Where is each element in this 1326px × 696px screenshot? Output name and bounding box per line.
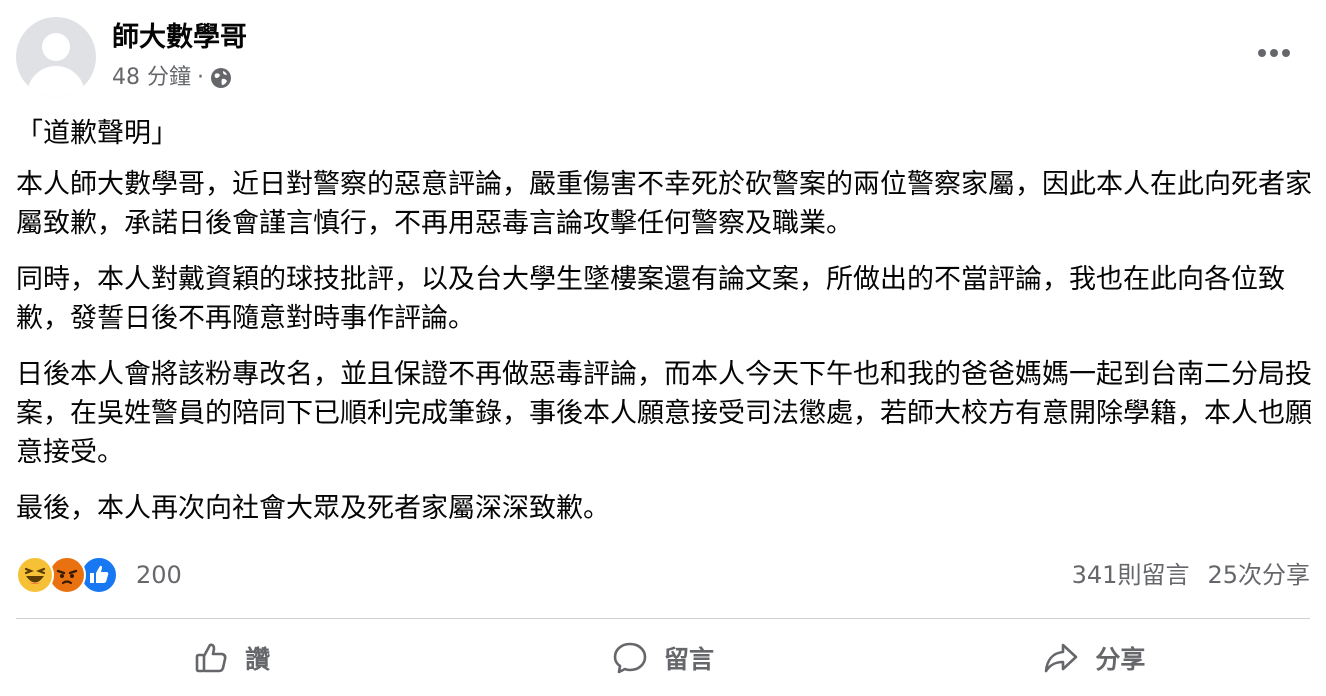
author-name[interactable]: 師大數學哥 (112, 20, 247, 56)
comment-label: 留言 (663, 645, 714, 674)
post-stats: 341則留言 25次分享 (1072, 556, 1310, 594)
thumbs-up-icon (195, 643, 227, 673)
reaction-count[interactable]: 200 (136, 556, 182, 594)
post-paragraph-3: 日後本人會將該粉專改名，並且保證不再做惡毒評論，而本人今天下午也和我的爸爸媽媽一… (16, 359, 1312, 468)
comment-icon (613, 642, 647, 674)
post-title: 「道歉聲明」 (16, 118, 178, 149)
post-paragraph-4: 最後，本人再次向社會大眾及死者家屬深深致歉。 (16, 493, 610, 524)
globe-icon[interactable] (210, 67, 232, 89)
post-paragraph-2: 同時，本人對戴資穎的球技批評，以及台大學生墜樓案還有論文案，所做出的不當評論，我… (16, 264, 1285, 334)
avatar-head (42, 33, 70, 61)
facebook-post: 師大數學哥 48 分鐘 · 「道歉聲明」 本人師大數學哥，近日對警察的惡意評論，… (0, 0, 1326, 696)
reaction-summary[interactable]: 200 (16, 556, 182, 594)
comment-count[interactable]: 341則留言 (1072, 556, 1190, 594)
share-button[interactable]: 分享 (879, 626, 1310, 690)
meta-separator: · (197, 65, 204, 90)
post-meta: 48 分鐘 · (112, 63, 232, 93)
like-label: 讚 (245, 645, 271, 674)
post-paragraph-1: 本人師大數學哥，近日對警察的惡意評論，嚴重傷害不幸死於砍警案的兩位警察家屬，因此… (16, 169, 1312, 239)
more-options-icon[interactable] (1250, 38, 1298, 68)
comment-button[interactable]: 留言 (447, 626, 878, 690)
share-count[interactable]: 25次分享 (1207, 556, 1310, 594)
action-bar: 讚 留言 分享 (16, 626, 1310, 690)
share-label: 分享 (1095, 645, 1146, 674)
post-body: 「道歉聲明」 本人師大數學哥，近日對警察的惡意評論，嚴重傷害不幸死於砍警案的兩位… (16, 114, 1312, 545)
post-timestamp[interactable]: 48 分鐘 (112, 63, 191, 93)
like-button[interactable]: 讚 (16, 626, 447, 690)
avatar[interactable] (16, 17, 96, 97)
avatar-body (27, 66, 85, 97)
haha-icon (16, 556, 54, 594)
share-icon (1045, 643, 1078, 673)
divider (16, 618, 1310, 619)
